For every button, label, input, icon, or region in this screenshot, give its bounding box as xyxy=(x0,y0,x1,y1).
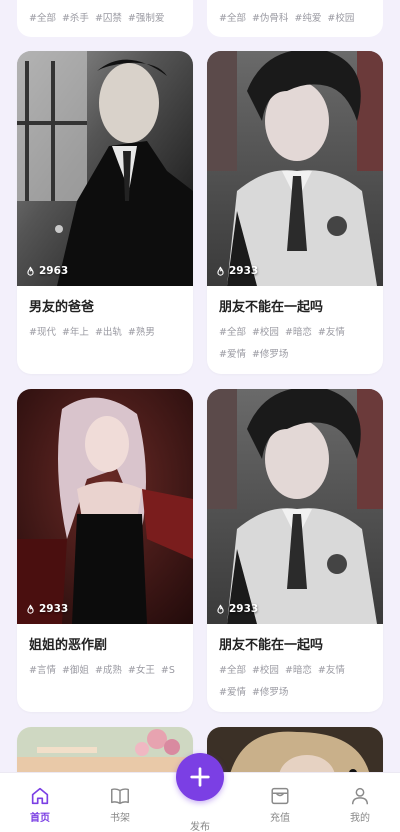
tag[interactable]: #纯爱 xyxy=(294,11,321,37)
tab-profile[interactable]: 我的 xyxy=(320,773,400,832)
story-card[interactable] xyxy=(17,727,193,772)
tab-home[interactable]: 首页 xyxy=(0,773,80,832)
card-cover-image[interactable]: 2963 xyxy=(17,51,193,286)
home-icon xyxy=(31,787,49,805)
garden-scene-illustration xyxy=(17,727,193,772)
tag[interactable]: #修罗场 xyxy=(252,347,288,363)
book-icon xyxy=(111,788,129,805)
tag[interactable]: #校园 xyxy=(327,11,354,37)
card-tags: #言情 #御姐 #成熟 #女王 #S xyxy=(29,663,181,679)
tab-label: 发布 xyxy=(190,822,210,832)
tag[interactable]: #全部 xyxy=(219,11,246,37)
tag[interactable]: #暗恋 xyxy=(285,325,312,341)
heat-value: 2963 xyxy=(39,265,69,277)
card-title[interactable]: 朋友不能在一起吗 xyxy=(219,299,371,317)
card-tags: #现代 #年上 #出轨 #熟男 xyxy=(29,325,181,341)
card-title[interactable]: 男友的爸爸 xyxy=(29,299,181,317)
tag[interactable]: #御姐 xyxy=(62,663,89,679)
tag[interactable]: #暗恋 xyxy=(285,663,312,679)
tab-label: 充值 xyxy=(270,813,290,824)
tag[interactable]: #爱情 xyxy=(219,685,246,701)
tag[interactable]: #全部 xyxy=(219,663,246,679)
tag[interactable]: #强制爱 xyxy=(128,11,164,37)
story-card[interactable]: 2933 姐姐的恶作剧 #言情 #御姐 #成熟 #女王 #S xyxy=(17,389,193,712)
tag[interactable]: #熟男 xyxy=(128,325,155,341)
tag[interactable]: #杀手 xyxy=(62,11,89,37)
heat-count: 2933 xyxy=(25,603,68,615)
bottom-tab-bar: 首页 书架 发布 充值 我的 xyxy=(0,753,400,832)
tag[interactable]: #友情 xyxy=(318,663,345,679)
tag[interactable]: #S xyxy=(161,663,175,679)
story-card[interactable]: 2933 朋友不能在一起吗 #全部 #校园 #暗恋 #友情 #爱情 #修罗场 xyxy=(207,51,383,374)
tag[interactable]: #言情 xyxy=(29,663,56,679)
tag[interactable]: #女王 xyxy=(128,663,155,679)
tag[interactable]: #现代 xyxy=(29,325,56,341)
heat-value: 2933 xyxy=(229,603,259,615)
suit-man-illustration xyxy=(17,51,193,286)
flame-icon xyxy=(215,604,226,615)
card-tags: #全部 #校园 #暗恋 #友情 #爱情 #修罗场 xyxy=(219,325,371,363)
tag[interactable]: #校园 xyxy=(252,663,279,679)
card-title[interactable]: 朋友不能在一起吗 xyxy=(219,637,371,655)
heat-count: 2933 xyxy=(215,603,258,615)
tab-publish[interactable]: 发布 xyxy=(160,753,240,832)
tag[interactable]: #全部 xyxy=(29,11,56,37)
flame-icon xyxy=(25,604,36,615)
tag[interactable]: #成熟 xyxy=(95,663,122,679)
plus-icon xyxy=(190,767,210,787)
blond-boy-illustration xyxy=(207,727,383,772)
card-top-right-tags[interactable]: #全部 #伪骨科 #纯爱 #校园 xyxy=(207,0,383,37)
heat-count: 2963 xyxy=(25,265,68,277)
card-tags: #全部 #校园 #暗恋 #友情 #爱情 #修罗场 xyxy=(219,663,371,701)
tab-recharge[interactable]: 充值 xyxy=(240,773,320,832)
school-boy-illustration xyxy=(207,51,383,286)
story-card[interactable]: 2933 朋友不能在一起吗 #全部 #校园 #暗恋 #友情 #爱情 #修罗场 xyxy=(207,389,383,712)
tag[interactable]: #校园 xyxy=(252,325,279,341)
card-top-left-tags[interactable]: #全部 #杀手 #囚禁 #强制爱 xyxy=(17,0,193,37)
publish-button[interactable] xyxy=(176,753,224,801)
heat-value: 2933 xyxy=(39,603,69,615)
flame-icon xyxy=(215,266,226,277)
flame-icon xyxy=(25,266,36,277)
tag[interactable]: #修罗场 xyxy=(252,685,288,701)
story-card[interactable]: 2963 男友的爸爸 #现代 #年上 #出轨 #熟男 xyxy=(17,51,193,374)
heat-count: 2933 xyxy=(215,265,258,277)
school-boy-illustration xyxy=(207,389,383,624)
tab-label: 首页 xyxy=(30,813,50,824)
tag[interactable]: #全部 xyxy=(219,325,246,341)
heat-value: 2933 xyxy=(229,265,259,277)
tag[interactable]: #囚禁 xyxy=(95,11,122,37)
tag[interactable]: #年上 xyxy=(62,325,89,341)
card-cover-image[interactable]: 2933 xyxy=(207,389,383,624)
wallet-icon xyxy=(271,787,289,805)
tag[interactable]: #友情 xyxy=(318,325,345,341)
dark-lady-illustration xyxy=(17,389,193,624)
tag[interactable]: #出轨 xyxy=(95,325,122,341)
story-card[interactable] xyxy=(207,727,383,772)
card-title[interactable]: 姐姐的恶作剧 xyxy=(29,637,181,655)
tab-label: 我的 xyxy=(350,813,370,824)
tag[interactable]: #伪骨科 xyxy=(252,11,288,37)
story-feed[interactable]: #全部 #杀手 #囚禁 #强制爱 #全部 #伪骨科 #纯爱 #校园 2963 男… xyxy=(0,0,400,772)
card-cover-image[interactable]: 2933 xyxy=(207,51,383,286)
tag[interactable]: #爱情 xyxy=(219,347,246,363)
tab-bookshelf[interactable]: 书架 xyxy=(80,773,160,832)
tab-label: 书架 xyxy=(110,813,130,824)
user-icon xyxy=(351,787,369,805)
card-cover-image[interactable]: 2933 xyxy=(17,389,193,624)
